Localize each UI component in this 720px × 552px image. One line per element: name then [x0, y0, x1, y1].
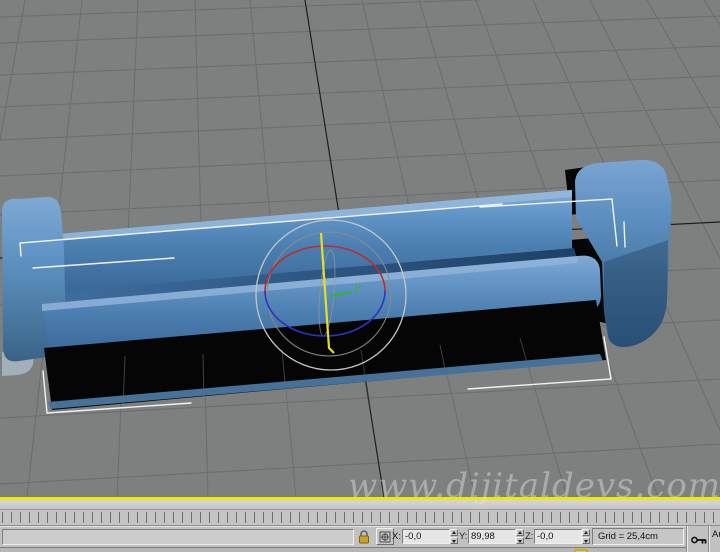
y-coord-spinner[interactable] [516, 529, 524, 544]
absolute-mode-icon [379, 531, 391, 542]
x-coord-input[interactable] [402, 529, 450, 544]
perspective-viewport[interactable]: y [0, 0, 720, 497]
max-window: y www.dijitaldevs.com X: -0,0 Y: 89,98 Z… [0, 0, 720, 552]
track-bar-ticks [2, 512, 720, 523]
keying-controls: Auto [686, 526, 720, 552]
active-viewport-border [0, 497, 720, 500]
prompt-line [2, 529, 354, 545]
z-coord-input[interactable] [534, 529, 582, 544]
track-bar[interactable] [0, 509, 720, 526]
selection-lock-button[interactable] [356, 529, 372, 545]
viewport-canvas[interactable]: y [0, 0, 720, 497]
status-bar: X: Y: Z: Grid = 25,4cm [0, 526, 720, 547]
x-coord-label: X: [392, 531, 401, 542]
auto-key-button[interactable]: Auto [708, 526, 720, 552]
y-coord-input[interactable] [468, 529, 516, 544]
lock-icon [359, 530, 369, 544]
key-icon [691, 536, 707, 544]
lower-toolbar-row [0, 547, 720, 552]
z-coord-spinner[interactable] [582, 529, 590, 544]
gizmo-y-axis-label: y [353, 280, 361, 293]
auto-key-label: Auto [712, 529, 720, 540]
grid-size-status: Grid = 25,4cm [592, 528, 684, 545]
y-coord-label: Y: [459, 531, 468, 542]
x-coord-spinner[interactable] [450, 529, 458, 544]
z-coord-label: Z: [525, 531, 534, 542]
set-keys-button[interactable] [690, 528, 708, 552]
